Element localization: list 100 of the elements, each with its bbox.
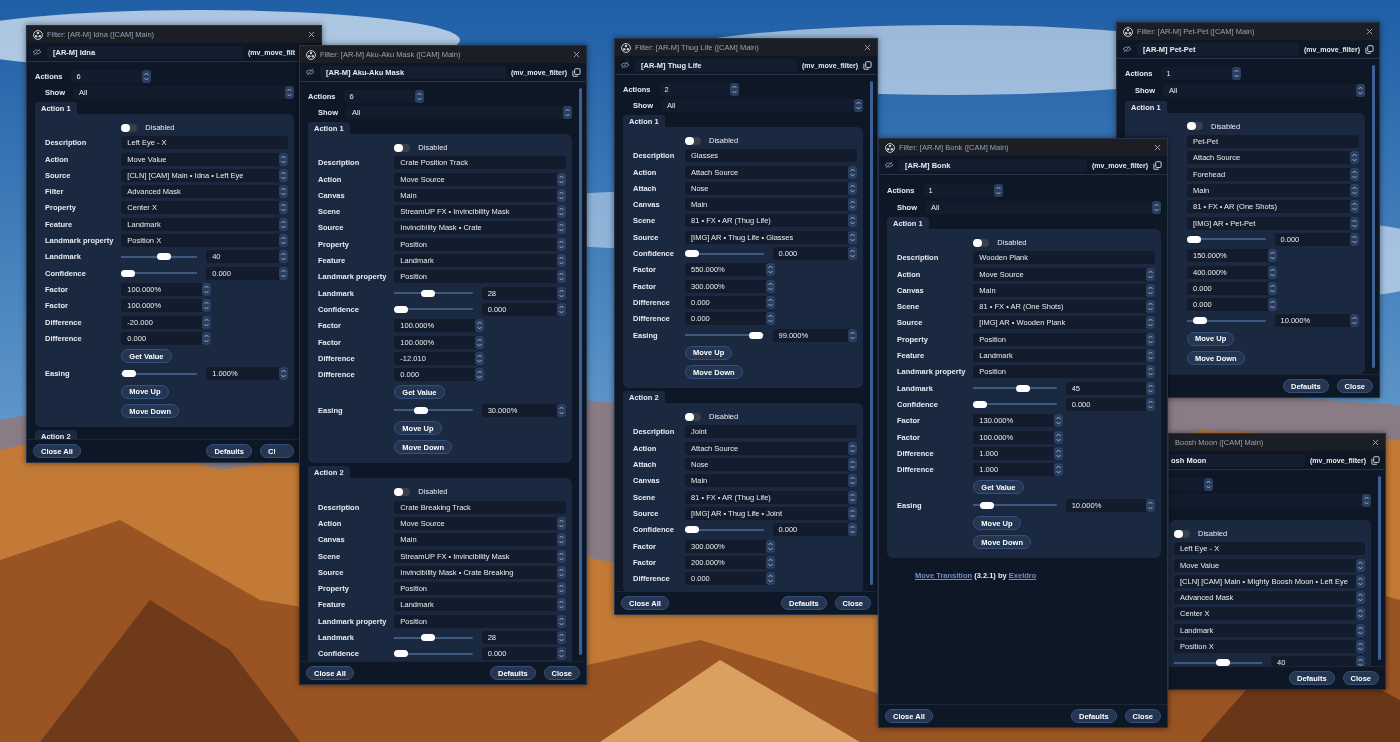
slider-track[interactable]: [1174, 656, 1262, 666]
spin-button[interactable]: [1350, 232, 1359, 246]
dropdown-button[interactable]: [1356, 574, 1365, 588]
dropdown-button[interactable]: [557, 549, 566, 563]
spin-button[interactable]: [1054, 463, 1064, 477]
spin-button[interactable]: [766, 572, 775, 586]
dropdown-button[interactable]: [557, 237, 566, 251]
spin-button[interactable]: [557, 286, 566, 300]
spin-button[interactable]: [202, 299, 212, 313]
dropdown-button[interactable]: [1356, 558, 1365, 572]
dropdown-button[interactable]: [848, 198, 857, 212]
dropdown-button[interactable]: [848, 230, 857, 244]
dropdown-button[interactable]: [1350, 151, 1359, 165]
dropdown-button[interactable]: [557, 221, 566, 235]
toggle-switch[interactable]: [121, 123, 138, 132]
dropdown-button[interactable]: [557, 172, 566, 186]
dropdown-button[interactable]: [1356, 640, 1365, 654]
scrollbar[interactable]: [870, 81, 873, 585]
toggle-switch[interactable]: [1174, 529, 1190, 538]
dropdown-button[interactable]: [1146, 316, 1155, 330]
dropdown-button[interactable]: [848, 474, 857, 488]
spin-button[interactable]: [141, 70, 151, 83]
visibility-off-icon[interactable]: [884, 161, 894, 169]
spin-button[interactable]: [557, 302, 566, 316]
dropdown-button[interactable]: [1350, 216, 1359, 230]
slider-thumb[interactable]: [1016, 384, 1031, 392]
close-icon[interactable]: [864, 44, 871, 51]
scrollbar[interactable]: [1372, 65, 1375, 368]
dropdown-button[interactable]: [1356, 623, 1365, 637]
dropdown-button[interactable]: [279, 234, 288, 248]
spin-button[interactable]: [1356, 656, 1365, 666]
spin-button[interactable]: [1231, 67, 1241, 81]
dropdown-button[interactable]: [279, 168, 288, 182]
spin-button[interactable]: [1146, 498, 1155, 512]
visibility-off-icon[interactable]: [1122, 45, 1132, 53]
spin-button[interactable]: [848, 328, 857, 342]
spin-button[interactable]: [475, 351, 485, 365]
copy-icon[interactable]: [1365, 44, 1374, 54]
spin-button[interactable]: [1268, 281, 1277, 295]
copy-icon[interactable]: [1153, 160, 1162, 170]
spin-button[interactable]: [993, 183, 1003, 197]
dropdown-button[interactable]: [557, 516, 566, 530]
spin-button[interactable]: [557, 631, 566, 644]
visibility-off-icon[interactable]: [620, 61, 630, 69]
slider-thumb[interactable]: [394, 650, 409, 658]
slider-thumb[interactable]: [1187, 235, 1201, 243]
dropdown-button[interactable]: [557, 188, 566, 202]
toggle-switch[interactable]: [394, 487, 411, 496]
spin-button[interactable]: [1350, 314, 1359, 328]
dropdown-button[interactable]: [557, 614, 566, 628]
dropdown-button[interactable]: [1356, 607, 1365, 621]
spin-button[interactable]: [475, 368, 485, 382]
dropdown-button[interactable]: [1146, 349, 1155, 363]
spin-button[interactable]: [1054, 430, 1064, 444]
spin-button[interactable]: [1146, 381, 1155, 395]
spin-button[interactable]: [202, 282, 212, 296]
close-icon[interactable]: [1372, 439, 1379, 446]
dropdown-button[interactable]: [854, 99, 863, 112]
close-icon[interactable]: [1366, 28, 1373, 35]
dropdown-button[interactable]: [279, 217, 288, 231]
spin-button[interactable]: [848, 247, 857, 261]
dropdown-button[interactable]: [557, 533, 566, 547]
dropdown-button[interactable]: [1152, 200, 1161, 214]
number-field[interactable]: [1169, 478, 1213, 491]
spin-button[interactable]: [279, 250, 288, 264]
spin-button[interactable]: [557, 403, 566, 417]
spin-button[interactable]: [1268, 265, 1277, 279]
slider-thumb[interactable]: [420, 289, 435, 297]
slider-thumb[interactable]: [121, 370, 136, 378]
spin-button[interactable]: [1268, 249, 1277, 263]
dropdown-button[interactable]: [279, 152, 288, 166]
scrollbar[interactable]: [579, 88, 582, 655]
dropdown-button[interactable]: [848, 506, 857, 520]
spin-button[interactable]: [729, 83, 739, 96]
dropdown-button[interactable]: [557, 270, 566, 284]
spin-button[interactable]: [766, 263, 775, 277]
copy-icon[interactable]: [572, 67, 581, 77]
spin-button[interactable]: [1268, 298, 1277, 312]
toggle-switch[interactable]: [1187, 122, 1203, 131]
dropdown-button[interactable]: [848, 458, 857, 472]
dropdown-button[interactable]: [279, 185, 288, 199]
close-icon[interactable]: [308, 31, 315, 38]
close-icon[interactable]: [1154, 144, 1161, 151]
dropdown-button[interactable]: [563, 106, 572, 119]
spin-button[interactable]: [1054, 446, 1064, 460]
spin-button[interactable]: [414, 90, 424, 103]
spin-button[interactable]: [475, 319, 485, 333]
toggle-switch[interactable]: [685, 412, 701, 421]
slider-thumb[interactable]: [420, 634, 435, 641]
toggle-switch[interactable]: [685, 136, 701, 145]
visibility-off-icon[interactable]: [305, 68, 315, 76]
spin-button[interactable]: [766, 279, 775, 293]
dropdown-button[interactable]: [1350, 200, 1359, 214]
dropdown-button[interactable]: [557, 254, 566, 268]
spin-button[interactable]: [1054, 414, 1064, 428]
spin-button[interactable]: [1204, 478, 1213, 491]
dropdown-button[interactable]: [1146, 283, 1155, 297]
spin-button[interactable]: [766, 555, 775, 569]
dropdown-button[interactable]: [1146, 300, 1155, 314]
spin-button[interactable]: [557, 647, 566, 661]
